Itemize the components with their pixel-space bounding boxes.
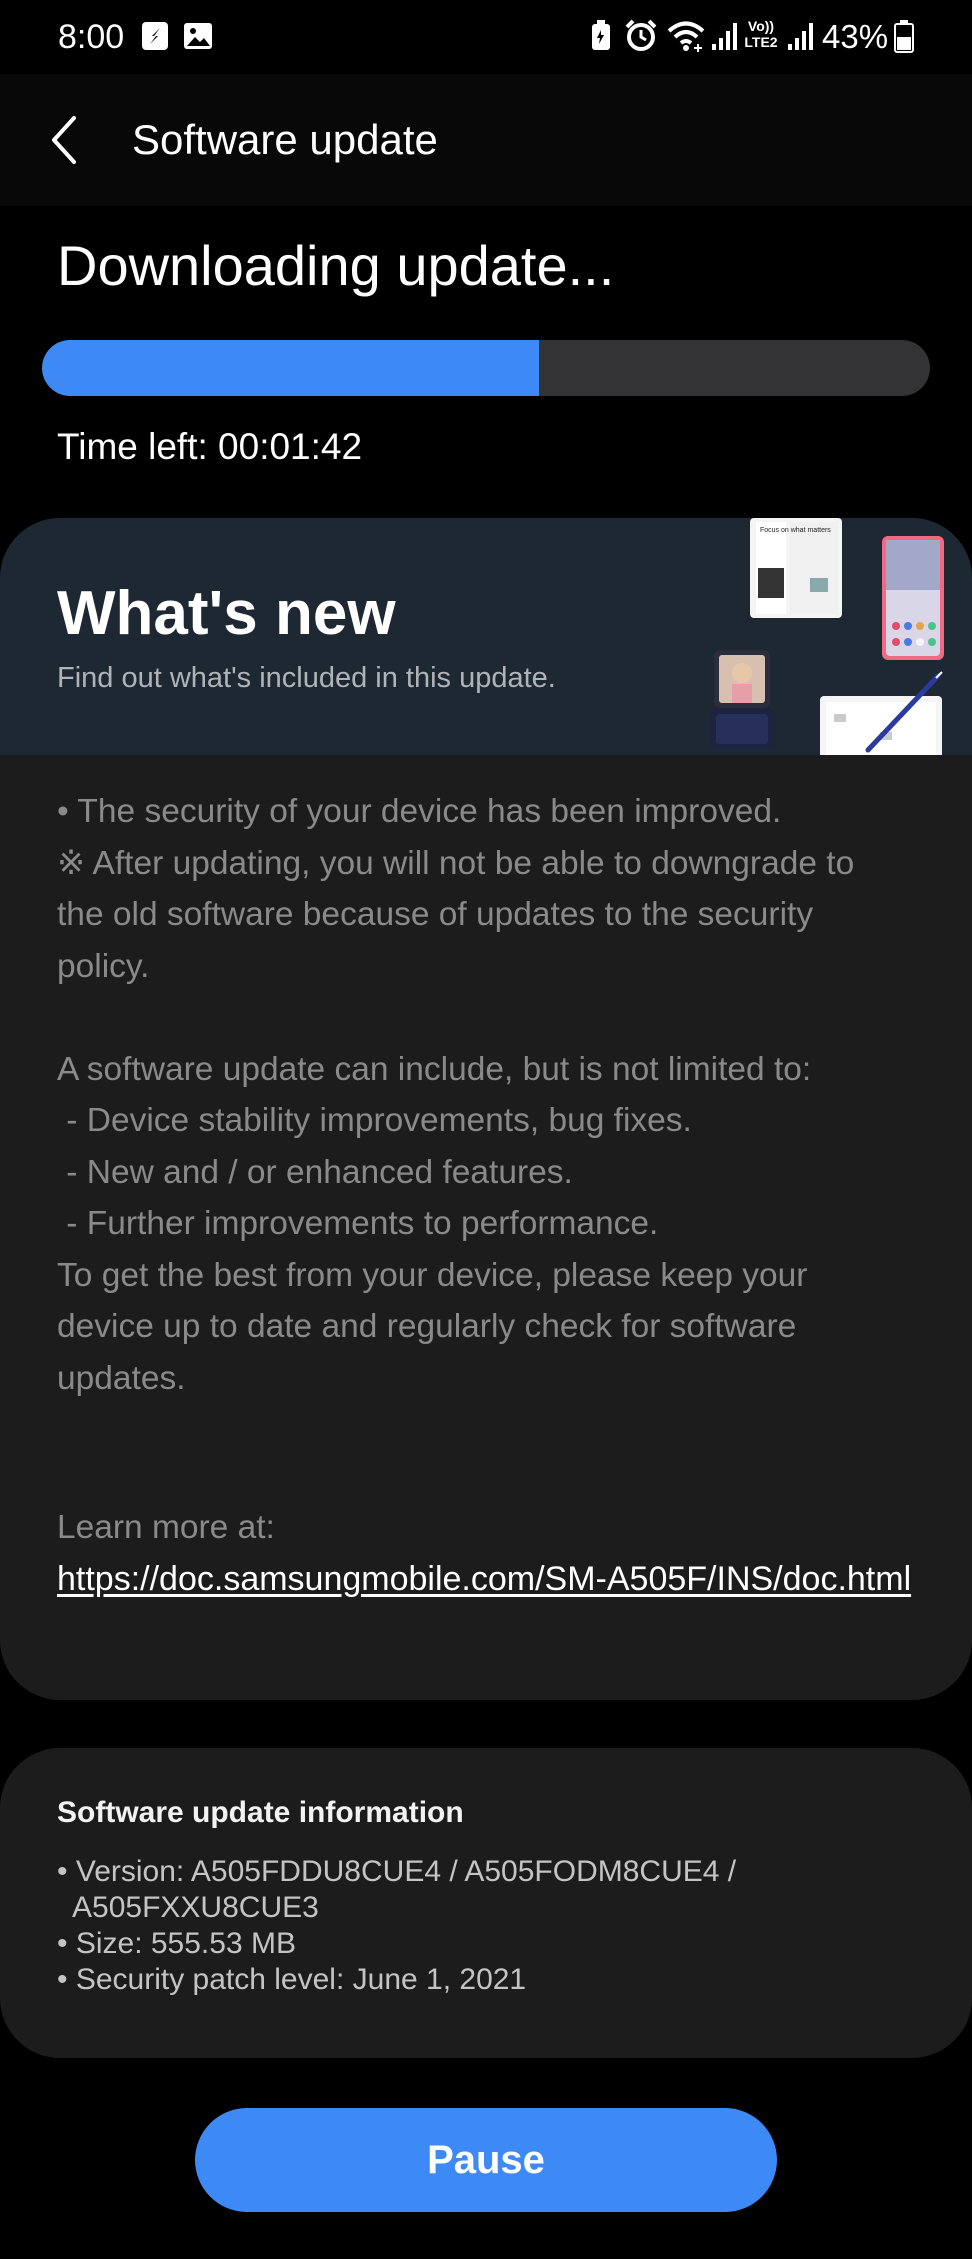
whats-new-banner: What's new Find out what's included in t… xyxy=(0,518,972,755)
pause-button[interactable]: Pause xyxy=(195,2108,777,2212)
release-note-line: device up to date and regularly check fo… xyxy=(57,1308,797,1345)
download-progress-fill xyxy=(42,340,540,396)
battery-percentage: 43% xyxy=(822,18,889,55)
release-note-line: - Further improvements to performance. xyxy=(57,1205,659,1242)
lte-label: LTE2 xyxy=(744,34,778,50)
release-note-spacer xyxy=(57,992,927,1044)
app-bar: Software update xyxy=(0,74,972,206)
update-info-card: Software update information • Version: A… xyxy=(0,1748,972,2058)
release-note-line: policy. xyxy=(57,947,150,985)
release-note-line: updates. xyxy=(57,1359,186,1397)
update-info-item: • Version: A505FDDU8CUE4 / A505FODM8CUE4… xyxy=(57,1855,737,1888)
learn-more-label: Learn more at: xyxy=(57,1509,275,1546)
devices-illustration: Focus on what matters xyxy=(710,518,944,755)
signal-icon xyxy=(712,23,737,50)
release-note-line: A software update can include, but is no… xyxy=(57,1050,812,1088)
alarm-icon xyxy=(625,19,657,51)
time-left-text: Time left: 00:01:42 xyxy=(57,426,363,467)
status-bar: 8:00 Vo)) LTE2 43% xyxy=(0,0,972,74)
volte-label: Vo)) xyxy=(747,18,775,34)
whats-new-title: What's new xyxy=(57,579,396,648)
battery-saver-icon xyxy=(592,20,610,50)
chevron-left-icon xyxy=(52,116,76,164)
tablet-illustration: Focus on what matters xyxy=(750,518,842,618)
update-info-title: Software update information xyxy=(57,1796,464,1829)
banner-phone-text: Focus on what matters xyxy=(760,527,831,534)
update-info-item: • Security patch level: June 1, 2021 xyxy=(57,1963,527,1996)
status-time: 8:00 xyxy=(58,18,125,56)
download-status-title: Downloading update... xyxy=(57,234,615,297)
flip-phone-illustration xyxy=(710,650,774,750)
tablet-pen-illustration xyxy=(820,671,943,755)
battery-icon xyxy=(894,20,914,53)
lte-indicator: Vo)) LTE2 xyxy=(742,18,780,50)
release-note-line: - New and / or enhanced features. xyxy=(57,1153,573,1191)
release-note-line: - Device stability improvements, bug fix… xyxy=(57,1102,692,1139)
release-note-line: ※ After updating, you will not be able t… xyxy=(57,844,855,882)
page-title: Software update xyxy=(132,116,438,163)
update-info-item: A505FXXU8CUE3 xyxy=(57,1891,319,1924)
whats-new-subtitle: Find out what's included in this update. xyxy=(57,662,556,694)
image-icon xyxy=(184,23,212,49)
whats-new-card: What's new Find out what's included in t… xyxy=(0,518,972,1700)
phone-illustration xyxy=(882,536,944,660)
release-notes: • The security of your device has been i… xyxy=(57,786,927,1404)
learn-more-link[interactable]: https://doc.samsungmobile.com/SM-A505F/I… xyxy=(57,1554,927,1606)
sync-icon xyxy=(142,22,168,50)
signal-icon xyxy=(788,23,813,50)
update-info-list: • Version: A505FDDU8CUE4 / A505FODM8CUE4… xyxy=(57,1854,917,1998)
update-info-item: • Size: 555.53 MB xyxy=(57,1927,296,1960)
release-note-line: the old software because of updates to t… xyxy=(57,896,814,933)
wifi-icon xyxy=(667,21,705,52)
download-progress-bar xyxy=(42,340,930,396)
back-button[interactable] xyxy=(38,104,110,176)
release-note-line: • The security of your device has been i… xyxy=(57,793,782,830)
release-note-line: To get the best from your device, please… xyxy=(57,1256,808,1294)
